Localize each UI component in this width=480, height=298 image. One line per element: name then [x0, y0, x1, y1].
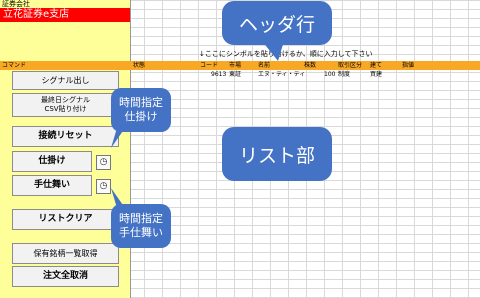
header-row: コマンド 状態 コード 市場 名前 株数 取引区分 建て 指値	[0, 61, 480, 70]
timer-icon[interactable]: ◷	[96, 179, 111, 194]
exit-button[interactable]: 手仕舞い	[12, 175, 92, 196]
holdings-button[interactable]: 保有銘柄一覧取得	[12, 243, 119, 264]
reset-connection-button[interactable]: 接続リセット	[12, 126, 119, 147]
header-trade-type: 取引区分	[338, 62, 363, 69]
header-code: コード	[200, 62, 219, 69]
callout-timed-exit: 時間指定 手仕舞い	[111, 188, 171, 248]
last-day-signal-button[interactable]: 最終日シグナル CSV貼り付け	[12, 93, 119, 117]
callout-pointer-icon	[111, 188, 125, 208]
cell-code[interactable]: 9613	[211, 70, 226, 79]
list-clear-button[interactable]: リストクリア	[12, 209, 119, 230]
cell-build[interactable]: 買建	[370, 70, 382, 79]
cell-trade-type[interactable]: 制度	[338, 70, 350, 79]
timer-icon[interactable]: ◷	[96, 155, 111, 170]
cancel-all-button[interactable]: 注文全取消	[12, 266, 119, 287]
header-command: コマンド	[2, 62, 27, 69]
order-button[interactable]: 仕掛け	[12, 151, 92, 172]
header-shares: 株数	[304, 62, 317, 69]
header-direction: 指値	[402, 62, 415, 69]
company-label: 証券会社	[2, 0, 30, 8]
callout-timed-order: 時間指定 仕掛け	[111, 88, 171, 148]
callout-list-area: リスト部	[222, 127, 332, 181]
header-status: 状態	[133, 62, 146, 69]
callout-pointer-icon	[262, 41, 284, 61]
cell-shares[interactable]: 100	[324, 70, 335, 79]
header-build: 建て	[370, 62, 383, 69]
callout-header-row: ヘッダ行	[222, 1, 332, 61]
instruction-text: ↓ここにシンボルを貼り付けるか、順に入力して下さい	[199, 50, 373, 58]
callout-pointer-icon	[111, 128, 125, 148]
header-market: 市場	[229, 62, 242, 69]
cell-market[interactable]: 東証	[229, 70, 241, 79]
header-name: 名前	[258, 62, 271, 69]
signal-out-button[interactable]: シグナル出し	[12, 71, 119, 90]
cell-name[interactable]: エヌ・ティ・ティ	[258, 70, 305, 79]
branch-name: 立花証券e支店	[0, 8, 130, 22]
